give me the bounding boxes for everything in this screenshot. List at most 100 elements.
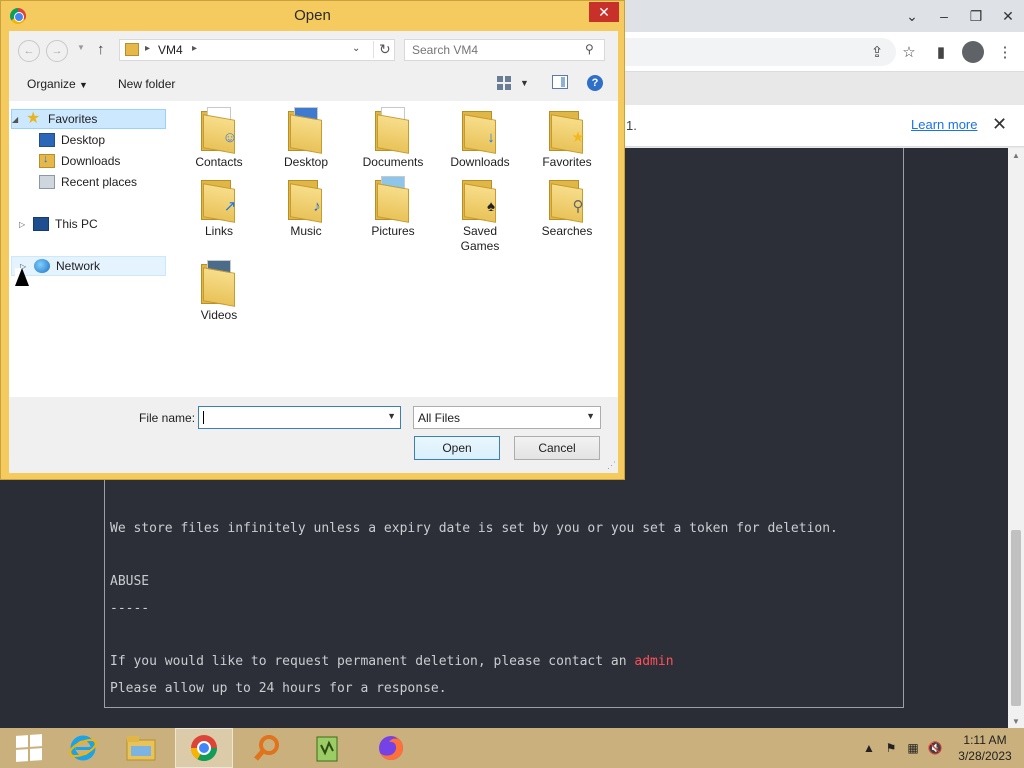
- scrollbar-thumb[interactable]: [1011, 530, 1021, 706]
- forward-button[interactable]: →: [46, 40, 68, 62]
- scroll-down-icon[interactable]: ▼: [1008, 714, 1024, 728]
- breadcrumb-vm4[interactable]: VM4: [158, 43, 183, 57]
- search-input[interactable]: [405, 40, 580, 60]
- address-breadcrumb[interactable]: ▸ VM4 ▸ ⌄ ↻: [119, 39, 395, 61]
- volume-muted-icon[interactable]: 🔇: [924, 737, 946, 759]
- back-button[interactable]: ←: [18, 40, 40, 62]
- more-menu-icon[interactable]: ⋮: [994, 41, 1016, 63]
- folder-item-saved-games[interactable]: ♠ Saved Games: [440, 176, 520, 254]
- dialog-close-button[interactable]: ✕: [589, 2, 619, 22]
- folder-item-desktop[interactable]: Desktop: [266, 107, 346, 170]
- searches-folder-icon: ⚲: [549, 176, 585, 223]
- new-folder-button[interactable]: New folder: [118, 77, 175, 91]
- search-icon[interactable]: ⚲: [585, 42, 594, 56]
- folder-item-music[interactable]: ♪ Music: [266, 176, 346, 239]
- infobar-text: 1.: [626, 118, 637, 133]
- page-line: Please allow up to 24 hours for a respon…: [110, 681, 447, 696]
- recent-locations-dropdown[interactable]: ▼: [77, 43, 85, 52]
- folder-item-contacts[interactable]: ☺ Contacts: [179, 107, 259, 170]
- nav-item-network[interactable]: ▷ Network: [11, 256, 166, 276]
- taskbar-firefox[interactable]: [362, 728, 420, 768]
- up-button[interactable]: ↑: [97, 41, 105, 58]
- taskbar-search-app[interactable]: [238, 728, 296, 768]
- text-caret: [203, 411, 204, 424]
- file-name-label: File name:: [139, 411, 196, 425]
- folder-item-downloads[interactable]: ↓ Downloads: [440, 107, 520, 170]
- network-status-icon[interactable]: ▦: [902, 737, 924, 759]
- taskbar-internet-explorer[interactable]: [54, 728, 112, 768]
- file-name-input[interactable]: [199, 407, 382, 428]
- file-list: ☺ Contacts Desktop Documents ↓ Downloads…: [174, 101, 618, 397]
- taskbar-file-explorer[interactable]: [112, 728, 170, 768]
- file-type-value: All Files: [418, 411, 461, 425]
- folder-item-videos[interactable]: Videos: [179, 260, 259, 323]
- scroll-up-icon[interactable]: ▲: [1008, 148, 1024, 162]
- search-box[interactable]: ⚲: [404, 39, 605, 61]
- open-button[interactable]: Open: [414, 436, 500, 460]
- view-dropdown-icon[interactable]: ▼: [520, 78, 529, 88]
- learn-more-link[interactable]: Learn more: [911, 117, 977, 132]
- folder-item-favorites[interactable]: ★ Favorites: [527, 107, 607, 170]
- close-icon: ✕: [598, 3, 610, 20]
- preview-pane-icon[interactable]: [552, 75, 568, 89]
- maximize-icon[interactable]: ❐: [960, 4, 992, 28]
- change-view-icon[interactable]: [497, 76, 511, 90]
- collapsed-arrow-icon[interactable]: ▷: [19, 220, 29, 229]
- organize-label: Organize: [27, 77, 76, 91]
- close-window-icon[interactable]: ✕: [992, 4, 1024, 28]
- action-center-flag-icon[interactable]: ⚑: [880, 737, 902, 759]
- taskbar-editor-app[interactable]: [298, 728, 356, 768]
- navigation-pane: ◢ ★ Favorites Desktop Downloads Recent p…: [9, 101, 174, 397]
- start-button[interactable]: [0, 728, 58, 768]
- infobar-close-icon[interactable]: ✕: [992, 114, 1007, 135]
- nav-item-this-pc[interactable]: ▷ This PC: [19, 214, 98, 234]
- organize-button[interactable]: Organize ▼: [27, 77, 88, 91]
- dialog-titlebar[interactable]: Open ✕: [1, 1, 624, 31]
- side-panel-icon[interactable]: ▮: [930, 41, 952, 63]
- show-hidden-icons-icon[interactable]: ▲: [858, 737, 880, 759]
- folder-item-searches[interactable]: ⚲ Searches: [527, 176, 607, 239]
- file-name-combobox[interactable]: ▼: [198, 406, 401, 429]
- nav-item-downloads[interactable]: Downloads: [39, 151, 120, 171]
- page-line: If you would like to request permanent d…: [110, 654, 674, 669]
- cancel-button[interactable]: Cancel: [514, 436, 600, 460]
- tab-search-icon[interactable]: ⌄: [896, 4, 928, 28]
- help-icon[interactable]: ?: [587, 75, 603, 91]
- chevron-down-icon[interactable]: ▼: [387, 411, 396, 421]
- page-scrollbar[interactable]: ▲ ▼: [1008, 148, 1024, 728]
- expanded-arrow-icon[interactable]: ◢: [12, 115, 22, 124]
- command-bar: Organize ▼ New folder ▼ ?: [9, 69, 618, 99]
- page-heading-abuse: ABUSE: [110, 574, 150, 589]
- profile-avatar[interactable]: [962, 41, 984, 63]
- breadcrumb-chevron-icon[interactable]: ▸: [192, 43, 197, 54]
- admin-link[interactable]: admin: [634, 654, 673, 669]
- refresh-icon[interactable]: ↻: [373, 41, 391, 58]
- browser-toolbar-icons: ⇪ ☆ ▮ ⋮: [866, 32, 1016, 72]
- file-type-select[interactable]: All Files ▼: [413, 406, 601, 429]
- nav-item-label: Downloads: [61, 154, 121, 168]
- share-icon[interactable]: ⇪: [866, 41, 888, 63]
- folder-item-links[interactable]: ↗ Links: [179, 176, 259, 239]
- bookmark-star-icon[interactable]: ☆: [898, 41, 920, 63]
- breadcrumb-chevron-icon[interactable]: ▸: [145, 43, 150, 54]
- taskbar-chrome[interactable]: [175, 728, 233, 768]
- nav-item-favorites[interactable]: ◢ ★ Favorites: [11, 109, 166, 129]
- taskbar-clock[interactable]: 1:11 AM 3/28/2023: [946, 732, 1024, 764]
- dialog-title: Open: [294, 7, 331, 24]
- chevron-down-icon[interactable]: ⌄: [352, 43, 360, 54]
- resize-grip-icon[interactable]: ⋰: [607, 460, 616, 471]
- computer-icon: [33, 217, 49, 231]
- clock-date: 3/28/2023: [958, 749, 1012, 763]
- folder-item-documents[interactable]: Documents: [353, 107, 433, 170]
- nav-item-desktop[interactable]: Desktop: [39, 130, 105, 150]
- page-line: We store files infinitely unless a expir…: [110, 521, 838, 536]
- pictures-folder-icon: [375, 176, 411, 223]
- folder-label: Contacts: [195, 155, 243, 169]
- folder-label: Pictures: [371, 224, 415, 238]
- nav-item-recent-places[interactable]: Recent places: [39, 172, 137, 192]
- nav-item-label: Favorites: [48, 112, 98, 126]
- address-bar[interactable]: [620, 38, 896, 66]
- folder-item-pictures[interactable]: Pictures: [353, 176, 433, 239]
- minimize-icon[interactable]: –: [928, 4, 960, 28]
- nav-item-label: This PC: [55, 217, 98, 231]
